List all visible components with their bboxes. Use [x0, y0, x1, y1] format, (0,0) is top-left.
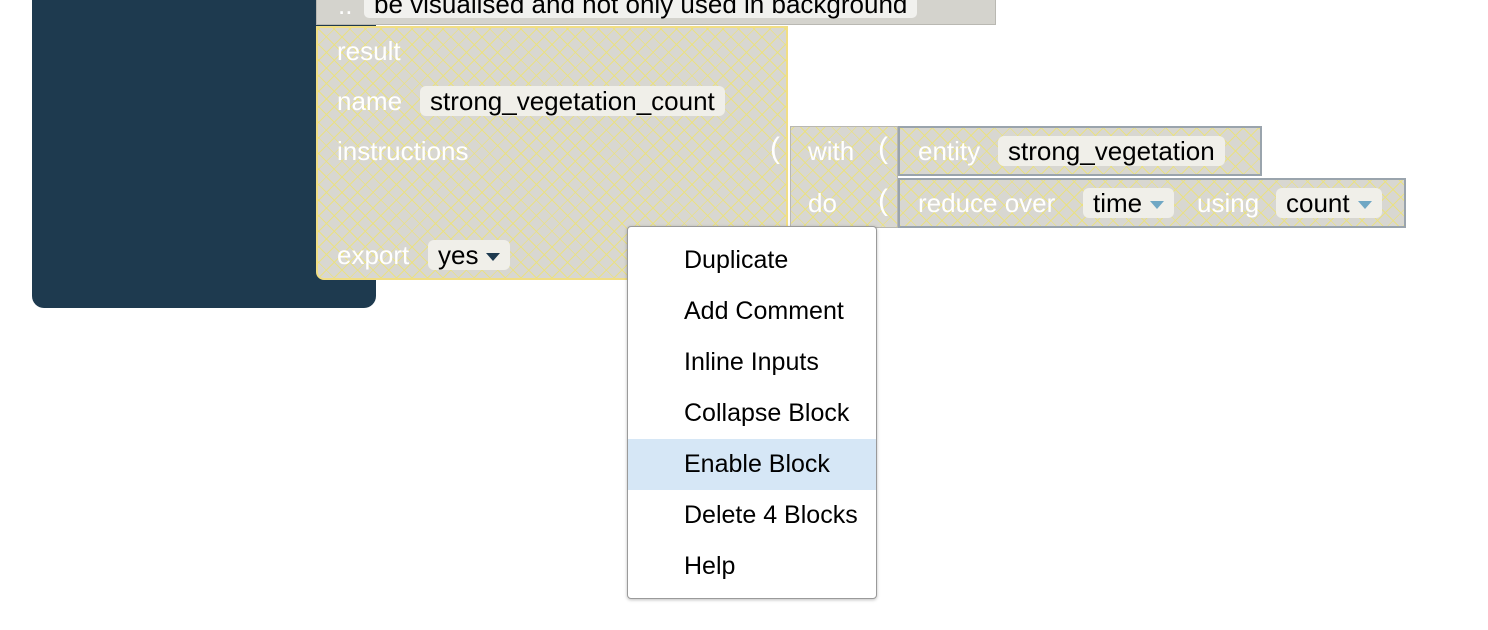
name-field[interactable]: strong_vegetation_count [420, 86, 725, 116]
using-value: count [1286, 188, 1350, 218]
reduce-over-dropdown[interactable]: time [1083, 188, 1175, 218]
with-label: with [808, 136, 855, 166]
triangle-down-icon [1150, 201, 1165, 210]
entity-label: entity [918, 136, 981, 166]
puzzle-notch-icon: ( [770, 132, 780, 165]
reduce-over-label: reduce over [918, 188, 1056, 218]
triangle-down-icon [1357, 201, 1372, 210]
export-dropdown-value: yes [438, 240, 479, 270]
comment-text-field[interactable]: be visualised and not only used in backg… [364, 0, 918, 18]
entity-field[interactable]: strong_vegetation [998, 136, 1225, 166]
context-menu: Duplicate Add Comment Inline Inputs Coll… [627, 226, 877, 599]
export-dropdown[interactable]: yes [428, 240, 511, 270]
menu-item-enable-block[interactable]: Enable Block [628, 439, 876, 490]
puzzle-notch-icon: ( [878, 132, 888, 165]
menu-item-help[interactable]: Help [628, 541, 876, 592]
puzzle-notch-icon: ( [878, 184, 888, 217]
menu-item-duplicate[interactable]: Duplicate [628, 235, 876, 286]
menu-item-add-comment[interactable]: Add Comment [628, 286, 876, 337]
name-label: name [337, 86, 403, 116]
result-block-title: result [337, 36, 401, 66]
triangle-down-icon [486, 253, 501, 262]
menu-item-collapse-block[interactable]: Collapse Block [628, 388, 876, 439]
menu-item-inline-inputs[interactable]: Inline Inputs [628, 337, 876, 388]
using-dropdown[interactable]: count [1276, 188, 1382, 218]
comment-block-dots: .. [338, 0, 353, 20]
menu-item-delete-blocks[interactable]: Delete 4 Blocks [628, 490, 876, 541]
do-label: do [808, 188, 837, 218]
instructions-label: instructions [337, 136, 469, 166]
reduce-over-value: time [1093, 188, 1143, 218]
export-label: export [337, 240, 410, 270]
using-label: using [1197, 188, 1260, 218]
